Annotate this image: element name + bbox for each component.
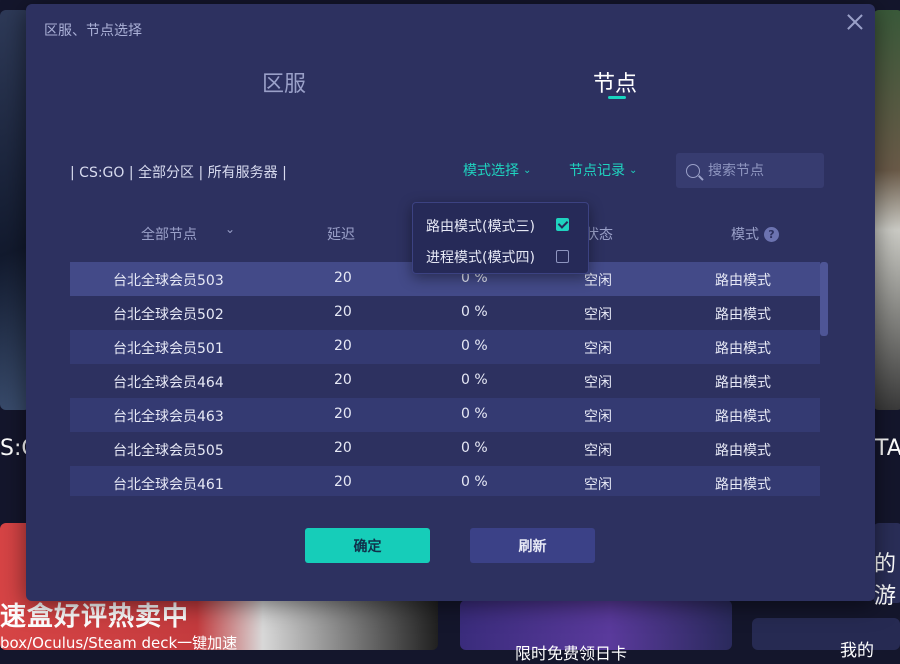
node-loss: 0 % <box>461 304 488 320</box>
breadcrumb: | CS:GO | 全部分区 | 所有服务器 | <box>70 165 287 181</box>
tab-node[interactable]: 节点 <box>593 66 637 98</box>
mode-select-popup: 路由模式(模式三) 进程模式(模式四) <box>412 202 589 274</box>
mode-select-label: 模式选择 <box>463 163 519 179</box>
node-latency: 20 <box>334 304 352 320</box>
node-table: 台北全球会员503 20 0 % 空闲 路由模式 台北全球会员502 20 0 … <box>70 262 820 496</box>
side-strip-text: 的游 <box>874 552 897 609</box>
game-card-right-title: TA <box>875 436 900 461</box>
table-scrollbar[interactable] <box>820 262 828 496</box>
search-icon <box>686 163 700 178</box>
my-panel-text: 我的 <box>840 641 874 661</box>
help-icon[interactable]: ? <box>764 227 779 242</box>
column-header-name[interactable]: 全部节点 <box>141 224 197 244</box>
node-status: 空闲 <box>584 341 612 357</box>
node-record-dropdown[interactable]: 节点记录 ⌄ <box>569 160 637 180</box>
mode-option-route[interactable]: 路由模式(模式三) <box>426 216 535 236</box>
node-loss: 0 % <box>461 338 488 354</box>
node-status: 空闲 <box>584 375 612 391</box>
node-status: 空闲 <box>584 477 612 493</box>
node-name: 台北全球会员505 <box>113 443 224 459</box>
server-node-dialog: 区服、节点选择 区服 节点 | CS:GO | 全部分区 | 所有服务器 | 模… <box>26 4 875 601</box>
node-status: 空闲 <box>584 273 612 289</box>
node-loss: 0 % <box>461 474 488 490</box>
column-header-status: 状态 <box>585 227 613 243</box>
node-name: 台北全球会员464 <box>113 375 224 391</box>
tab-region[interactable]: 区服 <box>262 66 306 98</box>
chevron-down-icon[interactable]: ⌄ <box>225 222 235 236</box>
node-latency: 20 <box>334 338 352 354</box>
node-mode: 路由模式 <box>715 477 771 493</box>
node-mode: 路由模式 <box>715 341 771 357</box>
search-box[interactable] <box>676 153 824 188</box>
node-status: 空闲 <box>584 443 612 459</box>
mode-option-process-checkbox[interactable] <box>556 250 569 263</box>
node-status: 空闲 <box>584 307 612 323</box>
table-row[interactable]: 台北全球会员505 20 0 % 空闲 路由模式 <box>70 432 820 466</box>
table-row[interactable]: 台北全球会员461 20 0 % 空闲 路由模式 <box>70 466 820 496</box>
table-row[interactable]: 台北全球会员502 20 0 % 空闲 路由模式 <box>70 296 820 330</box>
mode-option-route-checkbox[interactable] <box>556 218 569 231</box>
node-status: 空闲 <box>584 409 612 425</box>
node-loss: 0 % <box>461 372 488 388</box>
chevron-down-icon: ⌄ <box>523 165 532 176</box>
node-latency: 20 <box>334 270 352 286</box>
chevron-down-icon: ⌄ <box>629 165 638 176</box>
node-name: 台北全球会员463 <box>113 409 224 425</box>
my-panel[interactable] <box>752 618 900 650</box>
table-row[interactable]: 台北全球会员463 20 0 % 空闲 路由模式 <box>70 398 820 432</box>
node-mode: 路由模式 <box>715 273 771 289</box>
column-header-mode: 模式? <box>731 224 779 244</box>
node-loss: 0 % <box>461 406 488 422</box>
node-latency: 20 <box>334 440 352 456</box>
node-latency: 20 <box>334 474 352 490</box>
node-name: 台北全球会员461 <box>113 477 224 493</box>
refresh-button[interactable]: 刷新 <box>470 528 595 563</box>
node-latency: 20 <box>334 372 352 388</box>
node-mode: 路由模式 <box>715 443 771 459</box>
promo-banner-1-title: 速盒好评热卖中 <box>0 602 190 632</box>
close-icon[interactable] <box>845 12 865 32</box>
node-mode: 路由模式 <box>715 307 771 323</box>
mode-select-dropdown[interactable]: 模式选择 ⌄ <box>463 160 531 180</box>
node-record-label: 节点记录 <box>569 163 625 179</box>
scrollbar-thumb[interactable] <box>820 262 828 336</box>
active-tab-indicator <box>608 96 626 99</box>
node-name: 台北全球会员502 <box>113 307 224 323</box>
node-mode: 路由模式 <box>715 409 771 425</box>
node-mode: 路由模式 <box>715 375 771 391</box>
column-header-latency: 延迟 <box>327 227 355 243</box>
table-row[interactable]: 台北全球会员501 20 0 % 空闲 路由模式 <box>70 330 820 364</box>
search-input[interactable] <box>706 161 820 180</box>
node-latency: 20 <box>334 406 352 422</box>
game-card-right[interactable] <box>873 10 900 410</box>
promo-banner-2-text: 限时免费领日卡 <box>515 644 628 663</box>
table-row[interactable]: 台北全球会员464 20 0 % 空闲 路由模式 <box>70 364 820 398</box>
node-name: 台北全球会员501 <box>113 341 224 357</box>
mode-option-process[interactable]: 进程模式(模式四) <box>426 247 535 267</box>
dialog-title: 区服、节点选择 <box>44 23 142 39</box>
confirm-button[interactable]: 确定 <box>305 528 430 563</box>
node-name: 台北全球会员503 <box>113 273 224 289</box>
node-loss: 0 % <box>461 440 488 456</box>
column-header-mode-label: 模式 <box>731 227 759 243</box>
